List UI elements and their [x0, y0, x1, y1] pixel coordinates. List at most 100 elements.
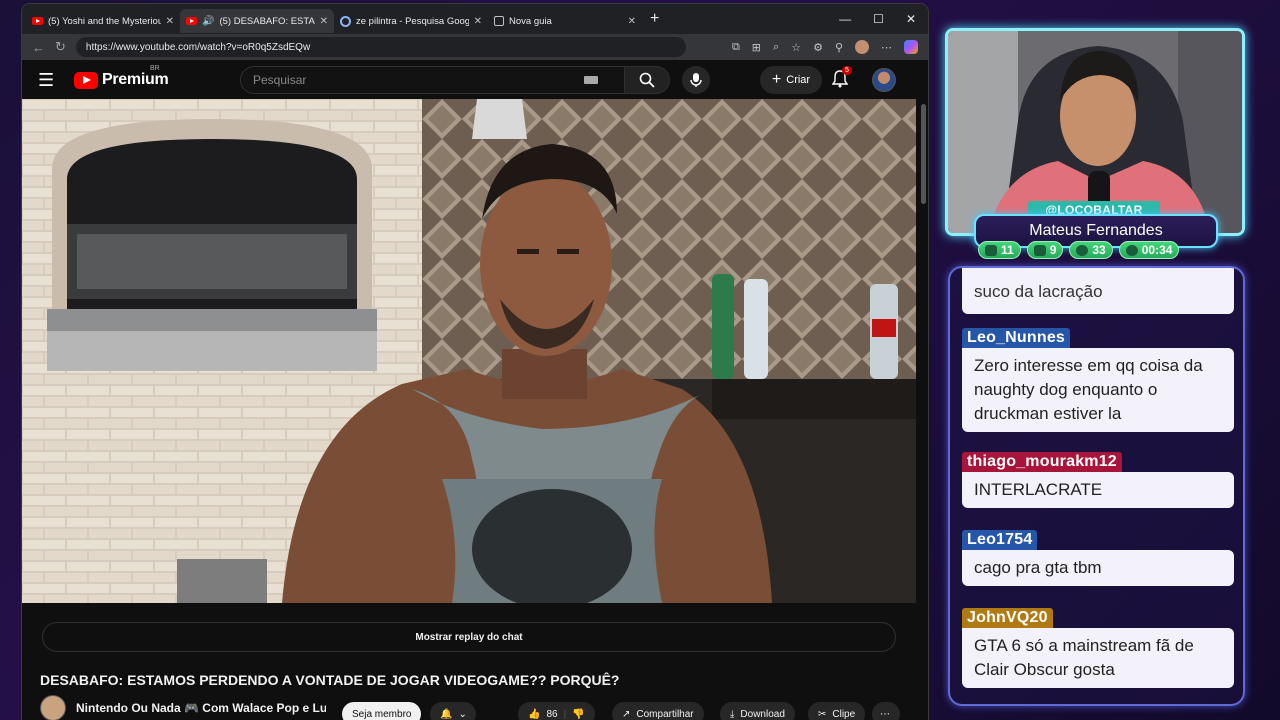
bell-icon: 🔔 [440, 708, 453, 720]
message-text: GTA 6 só a mainstream fã de Clair Obscur… [962, 628, 1234, 688]
share-icon: ↗ [622, 708, 631, 720]
kick-viewers: 33 [1069, 241, 1113, 259]
star-icon[interactable]: ☆ [791, 41, 801, 54]
chat-message: Leo1754 cago pra gta tbm [962, 530, 1234, 586]
plus-icon: + [771, 71, 782, 88]
search-icon [639, 72, 655, 88]
notifications-button[interactable]: 5 [831, 66, 852, 93]
show-chat-replay-button[interactable]: Mostrar replay do chat [42, 622, 896, 652]
country-code: BR [150, 65, 160, 72]
video-title: DESABAFO: ESTAMOS PERDENDO A VONTADE DE … [40, 672, 620, 688]
join-button[interactable]: Seja membro [342, 702, 422, 720]
more-menu-icon[interactable]: ⋯ [881, 41, 892, 54]
download-label: Download [740, 708, 785, 720]
channel-avatar[interactable] [40, 695, 66, 720]
search-input[interactable] [240, 66, 624, 94]
microphone-icon [690, 73, 702, 87]
menu-icon[interactable]: ☰ [38, 70, 62, 91]
chat-message: JohnVQ20 GTA 6 só a mainstream fã de Cla… [962, 608, 1234, 688]
window-controls: — ☐ ✕ [839, 12, 928, 26]
back-icon[interactable]: ← [32, 40, 45, 55]
channel-row: Nintendo Ou Nada 🎮 Com Walace Pop e Luig… [40, 695, 910, 720]
speaker-icon[interactable]: 🔊 [202, 16, 214, 27]
message-text: INTERLACRATE [962, 472, 1234, 508]
create-label: Criar [786, 74, 811, 86]
thumbs-down-icon[interactable]: 👎 [572, 709, 584, 720]
share-button[interactable]: ↗ Compartilhar [612, 702, 704, 720]
account-avatar[interactable] [855, 40, 869, 54]
message-text: Zero interesse em qq coisa da naughty do… [962, 348, 1234, 432]
subscribe-bell-button[interactable]: 🔔 ⌄ [430, 702, 476, 720]
new-tab-button[interactable]: + [650, 10, 659, 28]
more-actions-button[interactable]: ⋯ [872, 702, 900, 720]
close-window-icon[interactable]: ✕ [906, 12, 916, 26]
notification-badge: 5 [842, 66, 852, 75]
youtube-count: 9 [1049, 243, 1057, 257]
tab-google[interactable]: ze pilintra - Pesquisa Google ✕ [334, 9, 488, 33]
tab-title: (5) DESABAFO: ESTAMOS PERDENDO [219, 15, 315, 27]
copilot-icon[interactable] [904, 40, 918, 54]
tab-strip: (5) Yoshi and the Mysterious Book ✕ 🔊 (5… [22, 4, 928, 34]
download-button[interactable]: ⤓ Download [720, 702, 795, 720]
search-bar [240, 66, 670, 94]
video-frame [22, 99, 916, 603]
tab-title: Nova guia [509, 15, 552, 27]
twitch-count: 11 [1001, 243, 1014, 257]
reload-icon[interactable]: ↻ [55, 39, 66, 55]
close-tab-icon[interactable]: ✕ [166, 16, 174, 27]
like-button[interactable]: 👍 86 | 👎 [518, 702, 595, 720]
tab-yoshi[interactable]: (5) Yoshi and the Mysterious Book ✕ [26, 9, 180, 33]
viewer-stats: 11 9 33 00:34 [978, 241, 1180, 259]
close-tab-icon[interactable]: ✕ [474, 16, 482, 27]
apps-icon[interactable]: ⊞ [752, 41, 761, 54]
create-button[interactable]: + Criar [760, 66, 822, 94]
chat-username: thiago_mourakm12 [962, 452, 1122, 472]
like-count: 86 [546, 708, 558, 720]
channel-name[interactable]: Nintendo Ou Nada 🎮 Com Walace Pop e Luig… [76, 701, 326, 715]
address-bar[interactable]: https://www.youtube.com/watch?v=oR0q5Zsd… [75, 37, 686, 57]
clip-button[interactable]: ✂ Clipe [808, 702, 866, 720]
twitch-icon [985, 244, 997, 256]
page-icon [494, 16, 504, 26]
chat-message-partial: suco da lacração [962, 268, 1234, 314]
clock-icon [1125, 244, 1138, 256]
chat-username: JohnVQ20 [962, 608, 1053, 628]
page-scrollbar[interactable] [918, 100, 928, 720]
scrollbar-thumb[interactable] [921, 104, 926, 204]
message-text: cago pra gta tbm [962, 550, 1234, 586]
maximize-icon[interactable]: ☐ [873, 12, 884, 26]
search-button[interactable] [624, 66, 670, 94]
youtube-logo[interactable]: Premium BR [74, 65, 169, 89]
youtube-icon [1033, 244, 1046, 256]
youtube-icon [186, 17, 197, 25]
zoom-icon[interactable]: ⌕ [773, 41, 779, 54]
video-player[interactable] [22, 99, 916, 603]
chat-panel: suco da lacração Leo_Nunnes Zero interes… [948, 266, 1245, 706]
google-icon [340, 15, 351, 27]
chat-username: Leo1754 [962, 530, 1038, 550]
browser-toolbar: ← ↻ https://www.youtube.com/watch?v=oR0q… [22, 34, 928, 60]
youtube-icon [32, 17, 43, 25]
chat-message: thiago_mourakm12 INTERLACRATE [962, 452, 1234, 508]
user-avatar[interactable] [872, 68, 896, 92]
download-icon: ⤓ [730, 708, 735, 720]
tab-new[interactable]: Nova guia ✕ [488, 9, 642, 33]
translate-icon[interactable]: ⧉ [732, 41, 740, 54]
close-tab-icon[interactable]: ✕ [320, 16, 328, 27]
share-label: Compartilhar [636, 708, 694, 720]
tab-desabafo[interactable]: 🔊 (5) DESABAFO: ESTAMOS PERDENDO ✕ [180, 9, 334, 33]
extensions-icon[interactable]: ⚙ [813, 41, 823, 54]
kick-count: 33 [1092, 243, 1106, 257]
uptime-value: 00:34 [1141, 243, 1173, 257]
thumbs-up-icon: 👍 [528, 708, 541, 720]
chat-username: Leo_Nunnes [962, 328, 1071, 348]
keyboard-icon[interactable] [584, 76, 598, 84]
minimize-icon[interactable]: — [839, 12, 851, 26]
close-tab-icon[interactable]: ✕ [628, 16, 636, 27]
stream-uptime: 00:34 [1118, 241, 1180, 259]
scissors-icon: ✂ [818, 708, 827, 720]
profile-icon[interactable]: ⚲ [835, 41, 843, 54]
voice-search-button[interactable] [682, 66, 710, 94]
youtube-viewers: 9 [1026, 241, 1064, 259]
youtube-masthead: ☰ Premium BR + Criar 5 [22, 60, 928, 100]
